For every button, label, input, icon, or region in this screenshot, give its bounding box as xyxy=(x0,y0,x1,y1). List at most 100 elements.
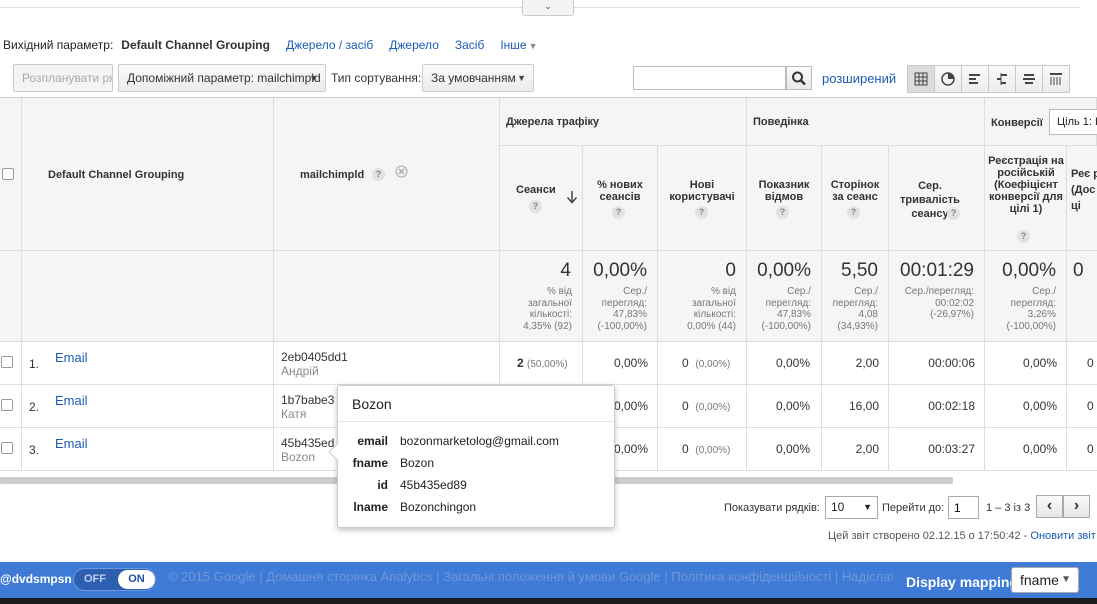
totals-duration-value: 00:01:29 xyxy=(900,260,974,281)
next-page-button[interactable]: › xyxy=(1063,495,1090,518)
term-cloud-view-button[interactable] xyxy=(1015,65,1043,93)
user-handle[interactable]: @dvdsmpsn xyxy=(0,572,72,586)
comparison-view-icon xyxy=(997,73,1007,85)
header-new-users[interactable]: Нові користувачі ? xyxy=(658,146,747,251)
totals-goal-rate-value: 0,00% xyxy=(1002,260,1056,281)
advanced-filter-link[interactable]: розширений xyxy=(822,71,896,86)
primary-dimension-medium[interactable]: Засіб xyxy=(455,38,484,52)
help-icon[interactable]: ? xyxy=(529,200,542,213)
row-channel-link[interactable]: Email xyxy=(55,393,88,408)
header-dimension2[interactable]: mailchimpld ? xyxy=(274,98,500,251)
row-checkbox[interactable] xyxy=(1,399,13,411)
show-rows-select[interactable]: 10 ▼ xyxy=(825,496,878,519)
help-icon[interactable]: ? xyxy=(776,206,789,219)
page-range: 1 – 3 із 3 xyxy=(986,502,1031,514)
help-icon[interactable]: ? xyxy=(1017,230,1030,243)
report-created-text: Цей звіт створено 02.12.15 о 17:50:42 - xyxy=(828,530,1031,542)
row-goal-rate: 0,00% xyxy=(985,385,1067,428)
row-duration-value: 00:03:27 xyxy=(928,442,975,456)
display-mapping-select[interactable]: fname ▼ xyxy=(1011,567,1079,593)
row-channel-link[interactable]: Email xyxy=(55,350,88,365)
row-channel-link[interactable]: Email xyxy=(55,436,88,451)
row-goal-partial: 0 xyxy=(1067,428,1097,471)
header-pages-per-session-label: Сторінок за сеанс xyxy=(830,179,880,203)
primary-dimension-other[interactable]: Інше ▼ xyxy=(500,38,537,52)
sort-type-select[interactable]: За умовчанням ▼ xyxy=(422,64,534,92)
row-number: 2. xyxy=(29,400,40,414)
row-checkbox[interactable] xyxy=(1,356,13,368)
search-icon xyxy=(792,71,806,86)
row-goal-rate-value: 0,00% xyxy=(1022,442,1057,456)
view-switcher xyxy=(907,65,1070,93)
header-bounce-rate[interactable]: Показник відмов ? xyxy=(747,146,822,251)
collapse-chart-toggle[interactable]: ⌄ xyxy=(522,0,574,16)
select-all-checkbox[interactable] xyxy=(2,168,14,180)
secondary-dimension-label: Допоміжний параметр: mailchimpld xyxy=(127,71,321,85)
pie-view-icon xyxy=(941,72,955,86)
header-dimension1[interactable]: Default Channel Grouping xyxy=(22,98,274,251)
prev-page-button[interactable]: ‹ xyxy=(1036,495,1063,518)
header-new-sessions-pct[interactable]: % нових сеансів ? xyxy=(583,146,658,251)
table-row xyxy=(0,385,22,428)
totals-bounce: 0,00% Сер./перегляд: 47,83% (-100,00%) xyxy=(747,251,822,342)
help-icon[interactable]: ? xyxy=(612,206,625,219)
row-mailchimp-name: Андрій xyxy=(281,364,319,378)
totals-bounce-value: 0,00% xyxy=(757,260,811,281)
totals-spacer xyxy=(0,251,22,342)
table-search-input[interactable] xyxy=(633,66,786,90)
pivot-view-button[interactable] xyxy=(1042,65,1070,93)
remove-dimension-icon[interactable] xyxy=(395,165,408,178)
row-mailchimp-name: Bozon xyxy=(281,450,316,464)
header-sessions[interactable]: Сеанси ? xyxy=(500,146,583,251)
header-goal-completions-label: Реє р (Дос ці xyxy=(1071,168,1097,212)
chevron-right-icon: › xyxy=(1073,497,1080,514)
comparison-view-button[interactable] xyxy=(988,65,1016,93)
tooltip-key-id: id xyxy=(377,478,388,492)
row-goal-rate: 0,00% xyxy=(985,428,1067,471)
totals-new-users-value: 0 xyxy=(725,260,736,281)
header-new-sessions-pct-label: % нових сеансів xyxy=(597,179,643,203)
header-goal-completions[interactable]: Реє р (Дос ці xyxy=(1067,146,1097,251)
caret-down-icon: ▼ xyxy=(309,73,318,83)
show-rows-label: Показувати рядків: xyxy=(724,502,820,514)
performance-view-icon xyxy=(969,74,980,84)
sort-descending-icon[interactable] xyxy=(566,190,578,204)
totals-goal-rate-sub: Сер./перегляд: 3,26% (-100,00%) xyxy=(1006,286,1056,332)
pie-view-button[interactable] xyxy=(934,65,962,93)
help-icon[interactable]: ? xyxy=(847,206,860,219)
row-mailchimp-id: 45b435ed xyxy=(281,436,335,450)
caret-down-icon: ▼ xyxy=(517,73,526,83)
primary-dimension-source[interactable]: Джерело xyxy=(389,38,439,52)
plot-rows-button[interactable]: Розпланувати ряди xyxy=(13,64,113,92)
row-goal-partial: 0 xyxy=(1067,385,1097,428)
tooltip-value-id: 45b435ed89 xyxy=(400,478,467,492)
search-button[interactable] xyxy=(786,66,812,90)
row-new-sessions-value: 0,00% xyxy=(613,399,648,413)
row-new-users: 0 (0,00%) xyxy=(658,342,747,385)
header-pages-per-session[interactable]: Сторінок за сеанс ? xyxy=(822,146,889,251)
row-checkbox[interactable] xyxy=(1,442,13,454)
header-goal-rate[interactable]: Реєстрація на російській (Коефіцієнт кон… xyxy=(985,146,1067,251)
row-goal-rate-value: 0,00% xyxy=(1022,356,1057,370)
primary-dimension-bar: Вихідний параметр: Default Channel Group… xyxy=(3,37,538,53)
primary-dimension-source-medium[interactable]: Джерело / засіб xyxy=(286,38,373,52)
table-view-button[interactable] xyxy=(907,65,935,93)
tooltip-divider xyxy=(338,421,614,422)
show-rows-value: 10 xyxy=(831,500,845,514)
header-avg-session-duration[interactable]: Сер. тривалість сеансу ? xyxy=(889,146,985,251)
goal-select[interactable]: Ціль 1: Р xyxy=(1049,109,1097,135)
row-dim1: 1. Email xyxy=(22,342,274,385)
goto-page-input[interactable] xyxy=(948,496,979,519)
help-icon[interactable]: ? xyxy=(695,206,708,219)
help-icon[interactable]: ? xyxy=(372,168,385,181)
footer-links[interactable]: © 2015 Google | Домашня сторінка Analyti… xyxy=(168,569,893,584)
row-pages-value: 2,00 xyxy=(855,442,879,456)
extension-toggle[interactable]: OFF ON xyxy=(73,568,156,591)
refresh-report-link[interactable]: Оновити звіт xyxy=(1030,530,1095,542)
row-bounce-value: 0,00% xyxy=(775,399,810,413)
help-icon[interactable]: ? xyxy=(947,207,960,220)
secondary-dimension-select[interactable]: Допоміжний параметр: mailchimpld ▼ xyxy=(118,64,326,92)
taskbar-strip xyxy=(0,598,1097,604)
tooltip-value-fname: Bozon xyxy=(400,456,435,470)
performance-view-button[interactable] xyxy=(961,65,989,93)
